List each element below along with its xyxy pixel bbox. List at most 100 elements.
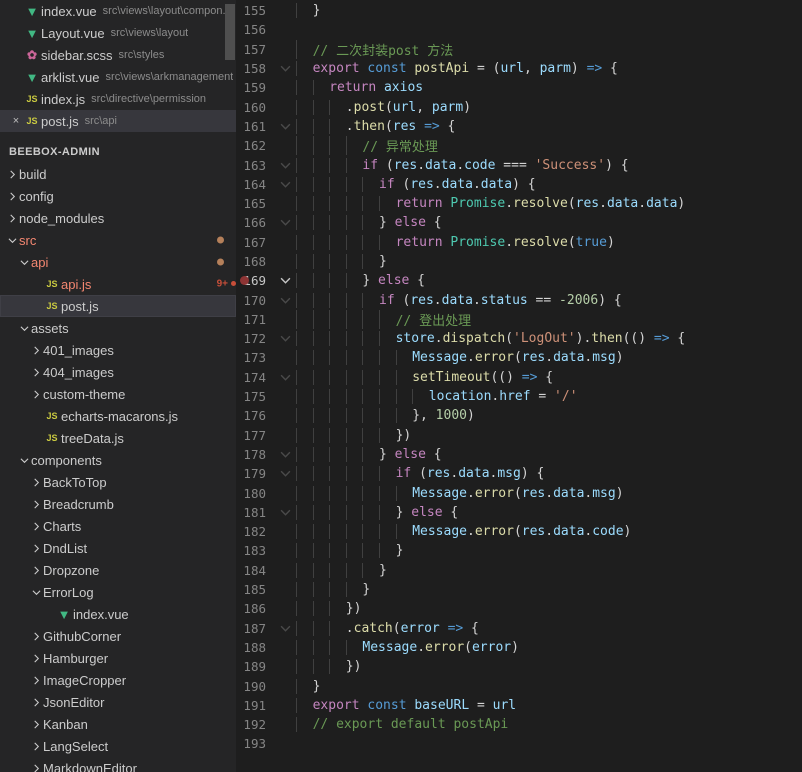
fold-chevron-down-icon[interactable]	[278, 179, 292, 190]
open-editor-item[interactable]: ×JSindex.jssrc\directive\permission	[0, 88, 236, 110]
chevron-right-icon[interactable]	[30, 676, 43, 685]
fold-chevron-down-icon[interactable]	[278, 468, 292, 479]
chevron-right-icon[interactable]	[30, 632, 43, 641]
code-line[interactable]: 174setTimeout(() => {	[236, 368, 802, 387]
code-line[interactable]: 167return Promise.resolve(true)	[236, 233, 802, 252]
code-line[interactable]: 185}	[236, 580, 802, 599]
fold-chevron-down-icon[interactable]	[278, 275, 292, 286]
open-editor-item[interactable]: ×▼index.vuesrc\views\layout\compon...	[0, 0, 236, 22]
code-line[interactable]: 180Message.error(res.data.msg)	[236, 483, 802, 502]
tree-item-imagecropper[interactable]: ImageCropper	[0, 669, 236, 691]
code-line[interactable]: 165return Promise.resolve(res.data.data)	[236, 194, 802, 213]
code-line[interactable]: 186})	[236, 599, 802, 618]
chevron-right-icon[interactable]	[30, 478, 43, 487]
chevron-right-icon[interactable]	[30, 500, 43, 509]
fold-chevron-down-icon[interactable]	[278, 507, 292, 518]
code-line[interactable]: 170if (res.data.status == -2006) {	[236, 290, 802, 309]
fold-chevron-down-icon[interactable]	[278, 623, 292, 634]
chevron-right-icon[interactable]	[30, 654, 43, 663]
tree-item-echarts-macarons-js[interactable]: JSecharts-macarons.js	[0, 405, 236, 427]
tree-item-custom-theme[interactable]: custom-theme	[0, 383, 236, 405]
code-line[interactable]: 166} else {	[236, 213, 802, 232]
chevron-down-icon[interactable]	[6, 236, 19, 245]
code-line[interactable]: 160.post(url, parm)	[236, 97, 802, 116]
chevron-right-icon[interactable]	[30, 522, 43, 531]
code-line[interactable]: 193	[236, 734, 802, 753]
code-line[interactable]: 171// 登出处理	[236, 310, 802, 329]
open-editor-item[interactable]: ×✿sidebar.scsssrc\styles	[0, 44, 236, 66]
close-icon[interactable]: ×	[9, 116, 23, 127]
code-line[interactable]: 162// 异常处理	[236, 136, 802, 155]
code-lines[interactable]: 155}156157// 二次封装post 方法158export const …	[236, 0, 802, 754]
fold-chevron-down-icon[interactable]	[278, 449, 292, 460]
chevron-right-icon[interactable]	[30, 720, 43, 729]
code-line[interactable]: 187.catch(error => {	[236, 619, 802, 638]
fold-chevron-down-icon[interactable]	[278, 295, 292, 306]
tree-item-components[interactable]: components	[0, 449, 236, 471]
chevron-right-icon[interactable]	[30, 742, 43, 751]
code-line[interactable]: 156	[236, 20, 802, 39]
fold-chevron-down-icon[interactable]	[278, 160, 292, 171]
tree-item-node-modules[interactable]: node_modules	[0, 207, 236, 229]
code-line[interactable]: 157// 二次封装post 方法	[236, 40, 802, 59]
tree-item-dndlist[interactable]: DndList	[0, 537, 236, 559]
tree-item-treedata-js[interactable]: JStreeData.js	[0, 427, 236, 449]
tree-item-jsoneditor[interactable]: JsonEditor	[0, 691, 236, 713]
code-line[interactable]: 168}	[236, 252, 802, 271]
code-line[interactable]: 192// export default postApi	[236, 715, 802, 734]
code-line[interactable]: 173Message.error(res.data.msg)	[236, 348, 802, 367]
tree-item-dropzone[interactable]: Dropzone	[0, 559, 236, 581]
code-line[interactable]: 176}, 1000)	[236, 406, 802, 425]
chevron-right-icon[interactable]	[30, 346, 43, 355]
chevron-right-icon[interactable]	[6, 214, 19, 223]
tree-item-config[interactable]: config	[0, 185, 236, 207]
fold-chevron-down-icon[interactable]	[278, 217, 292, 228]
code-line[interactable]: 164if (res.data.data) {	[236, 175, 802, 194]
code-line[interactable]: 184}	[236, 561, 802, 580]
code-editor[interactable]: 155}156157// 二次封装post 方法158export const …	[236, 0, 802, 772]
tree-item-kanban[interactable]: Kanban	[0, 713, 236, 735]
code-line[interactable]: 159return axios	[236, 78, 802, 97]
chevron-right-icon[interactable]	[30, 566, 43, 575]
tree-item-404-images[interactable]: 404_images	[0, 361, 236, 383]
tree-item-api[interactable]: api	[0, 251, 236, 273]
code-line[interactable]: 169} else {	[236, 271, 802, 290]
fold-chevron-down-icon[interactable]	[278, 121, 292, 132]
tree-item-errorlog[interactable]: ErrorLog	[0, 581, 236, 603]
code-line[interactable]: 189})	[236, 657, 802, 676]
code-line[interactable]: 175location.href = '/'	[236, 387, 802, 406]
code-line[interactable]: 155}	[236, 1, 802, 20]
chevron-down-icon[interactable]	[30, 588, 43, 597]
chevron-right-icon[interactable]	[30, 544, 43, 553]
chevron-right-icon[interactable]	[6, 192, 19, 201]
code-line[interactable]: 158export const postApi = (url, parm) =>…	[236, 59, 802, 78]
tree-item-backtotop[interactable]: BackToTop	[0, 471, 236, 493]
chevron-right-icon[interactable]	[30, 764, 43, 772]
tree-item-githubcorner[interactable]: GithubCorner	[0, 625, 236, 647]
tree-item-assets[interactable]: assets	[0, 317, 236, 339]
code-line[interactable]: 172store.dispatch('LogOut').then(() => {	[236, 329, 802, 348]
code-line[interactable]: 183}	[236, 541, 802, 560]
code-line[interactable]: 163if (res.data.code === 'Success') {	[236, 155, 802, 174]
chevron-down-icon[interactable]	[18, 258, 31, 267]
tree-item-charts[interactable]: Charts	[0, 515, 236, 537]
chevron-down-icon[interactable]	[18, 324, 31, 333]
fold-chevron-down-icon[interactable]	[278, 333, 292, 344]
tree-item-markdowneditor[interactable]: MarkdownEditor	[0, 757, 236, 772]
fold-chevron-down-icon[interactable]	[278, 63, 292, 74]
tree-item-src[interactable]: src	[0, 229, 236, 251]
code-line[interactable]: 188Message.error(error)	[236, 638, 802, 657]
tree-item-build[interactable]: build	[0, 163, 236, 185]
code-line[interactable]: 161.then(res => {	[236, 117, 802, 136]
chevron-right-icon[interactable]	[6, 170, 19, 179]
chevron-right-icon[interactable]	[30, 368, 43, 377]
tree-item-langselect[interactable]: LangSelect	[0, 735, 236, 757]
code-line[interactable]: 181} else {	[236, 503, 802, 522]
tree-item-index-vue[interactable]: ▼index.vue	[0, 603, 236, 625]
chevron-right-icon[interactable]	[30, 698, 43, 707]
workspace-folder-header[interactable]: BEEBOX-ADMIN	[0, 141, 236, 163]
tree-item-hamburger[interactable]: Hamburger	[0, 647, 236, 669]
tree-item-api-js[interactable]: JSapi.js9+	[0, 273, 236, 295]
open-editors-scrollbar[interactable]	[225, 4, 235, 60]
fold-chevron-down-icon[interactable]	[278, 372, 292, 383]
